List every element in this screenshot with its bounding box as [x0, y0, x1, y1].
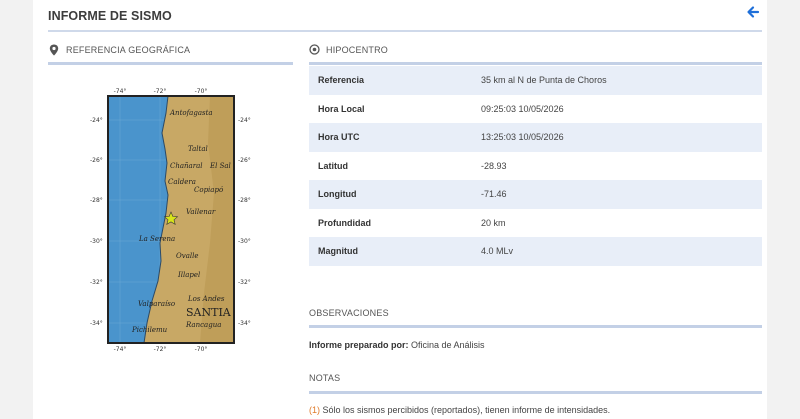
map-city-label: Pichilemu [131, 326, 168, 334]
map-lat-tick: -24° [238, 117, 251, 124]
map-pin-icon [49, 44, 59, 56]
prepared-by-text: Informe preparado por: Oficina de Anális… [309, 340, 485, 350]
map-lat-tick: -28° [238, 197, 251, 204]
table-row: Hora Local 09:25:03 10/05/2026 [309, 95, 762, 124]
row-key: Latitud [318, 160, 348, 171]
row-value: 09:25:03 10/05/2026 [481, 103, 564, 114]
map-city-label: Valparaíso [138, 300, 175, 308]
map-city-label: Los Andes [187, 295, 225, 303]
table-row: Longitud -71.46 [309, 180, 762, 209]
note-text: Sólo los sismos percibidos (reportados),… [320, 405, 611, 415]
map-city-label: El Sal [209, 162, 231, 170]
map-lat-tick: -34° [238, 320, 251, 327]
map-lon-tick: -72° [154, 88, 167, 95]
map-lon-tick: -74° [114, 88, 127, 95]
map-lon-tick: -70° [195, 346, 208, 353]
row-key: Longitud [309, 180, 481, 209]
map-city-label: La Serena [138, 235, 175, 243]
map-lat-tick: -30° [238, 238, 251, 245]
row-key: Hora Local [318, 103, 365, 114]
target-icon [309, 44, 320, 55]
notas-section-header: NOTAS [309, 366, 762, 394]
map-city-label: Antofagasta [169, 109, 213, 117]
prepared-by-value: Oficina de Análisis [408, 340, 485, 350]
hipocentro-section-header: HIPOCENTRO [309, 35, 762, 65]
map-lon-tick: -72° [154, 346, 167, 353]
row-value: -71.46 [481, 180, 762, 209]
map-lat-tick: -32° [238, 279, 251, 286]
map-city-label: SANTIA [186, 306, 232, 319]
hipocentro-section-label: HIPOCENTRO [326, 45, 389, 55]
map-city-label: Chañaral [170, 162, 202, 170]
table-row: Magnitud 4.0 MLv [309, 237, 762, 266]
row-key: Magnitud [309, 237, 481, 266]
map-city-label: Vallenar [186, 208, 216, 216]
map-city-label: Illapel [177, 271, 200, 279]
geo-section-header: REFERENCIA GEOGRÁFICA [48, 35, 293, 65]
map-lon-tick: -74° [114, 346, 127, 353]
observaciones-label: OBSERVACIONES [309, 308, 389, 318]
note-item: (1) Sólo los sismos percibidos (reportad… [309, 405, 610, 415]
row-value: -28.93 [481, 160, 507, 171]
map-city-label: Rancagua [185, 321, 221, 329]
observaciones-section-header: OBSERVACIONES [309, 300, 762, 328]
row-key: Referencia [309, 66, 481, 95]
prepared-by-label: Informe preparado por: [309, 340, 409, 350]
map-lat-tick: -32° [90, 279, 103, 286]
row-key: Hora UTC [309, 123, 481, 152]
back-button[interactable] [746, 5, 760, 19]
hipocentro-table: Referencia 35 km al N de Punta de Choros … [309, 66, 762, 266]
row-value: 20 km [481, 217, 506, 228]
note-number: (1) [309, 405, 320, 415]
table-row: Referencia 35 km al N de Punta de Choros [309, 66, 762, 95]
map-city-label: Taltal [188, 145, 208, 153]
epicenter-map: -74° -72° -70° -24° -26° -28° -30° -32° … [90, 88, 251, 353]
row-value: 35 km al N de Punta de Choros [481, 66, 762, 95]
table-row: Profundidad 20 km [309, 209, 762, 238]
row-value: 13:25:03 10/05/2026 [481, 123, 762, 152]
arrow-left-icon [747, 6, 760, 18]
map-city-label: Caldera [168, 178, 196, 186]
table-row: Latitud -28.93 [309, 152, 762, 181]
map-city-label: Copiapó [194, 186, 223, 194]
report-header: INFORME DE SISMO [48, 0, 762, 32]
geo-section-label: REFERENCIA GEOGRÁFICA [66, 45, 191, 55]
row-key: Profundidad [318, 217, 371, 228]
notas-label: NOTAS [309, 373, 341, 383]
row-value: 4.0 MLv [481, 237, 762, 266]
map-lat-tick: -28° [90, 197, 103, 204]
map-lat-tick: -34° [90, 320, 103, 327]
map-lat-tick: -30° [90, 238, 103, 245]
map-lat-tick: -26° [90, 157, 103, 164]
map-lon-tick: -70° [195, 88, 208, 95]
map-lat-tick: -26° [238, 157, 251, 164]
table-row: Hora UTC 13:25:03 10/05/2026 [309, 123, 762, 152]
map-lat-tick: -24° [90, 117, 103, 124]
map-city-label: Ovalle [176, 252, 199, 260]
page-title: INFORME DE SISMO [48, 9, 172, 23]
